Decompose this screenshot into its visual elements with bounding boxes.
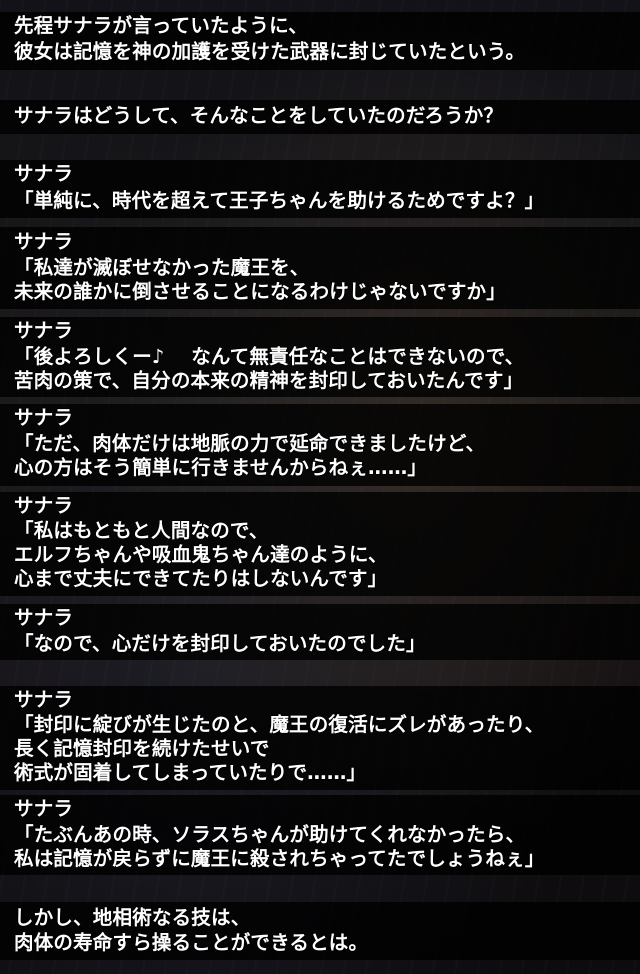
speaker-name: サナラ [14,494,74,517]
dialogue-line: エルフちゃんや吸血鬼ちゃん達のように、 [14,543,388,566]
dialogue-line: 「私達が滅ぼせなかった魔王を、 [14,256,310,279]
dialogue-line: 術式が固着してしまっていたりで……」 [14,761,367,784]
narration-line: 彼女は記憶を神の加護を受けた武器に封じていたという。 [14,40,526,63]
dialogue-line: 長く記憶封印を続けたせいで [14,737,270,760]
dialogue-line: 「後よろしくー♪ なんて無責任なことはできないので、 [14,345,525,368]
speaker-name: サナラ [14,319,74,342]
speaker-name: サナラ [14,688,74,711]
dialogue-line: 私は記憶が戻らずに魔王に殺されちゃってたでしょうねぇ」 [14,847,545,870]
narration-line: 肉体の寿命すら操ることができるとは。 [14,931,369,954]
dialogue-line: 「なので、心だけを封印しておいたのでした」 [14,632,426,655]
dialogue-line: 「たぶんあの時、ソラスちゃんが助けてくれなかったら、 [14,823,526,846]
dialogue-line: 未来の誰かに倒させることになるわけじゃないですか」 [14,280,506,303]
narration-line: サナラはどうして、そんなことをしていたのだろうか？ [14,104,504,127]
dialogue-line: 「私はもともと人間なので、 [14,519,269,542]
narration-line: しかし、地相術なる技は、 [14,906,251,929]
dialogue-line: 「単純に、時代を超えて王子ちゃんを助けるためですよ？」 [14,189,545,212]
dialogue-line: 心まで丈夫にできてたりはしないんです」 [14,567,388,590]
speaker-name: サナラ [14,606,74,629]
speaker-name: サナラ [14,162,74,185]
dialogue-line: 「封印に綻びが生じたのと、魔王の復活にズレがあったり、 [14,713,545,736]
speaker-name: サナラ [14,406,74,429]
dialogue-line: 心の方はそう簡単に行きませんからねぇ……」 [14,456,428,479]
dialogue-line: 「ただ、肉体だけは地脈の力で延命できましたけど、 [14,432,486,455]
speaker-name: サナラ [14,797,74,820]
dialogue-line: 苦肉の策で、自分の本来の精神を封印しておいたんです」 [14,369,524,392]
speaker-name: サナラ [14,230,74,253]
narration-line: 先程サナラが言っていたように、 [14,14,308,37]
